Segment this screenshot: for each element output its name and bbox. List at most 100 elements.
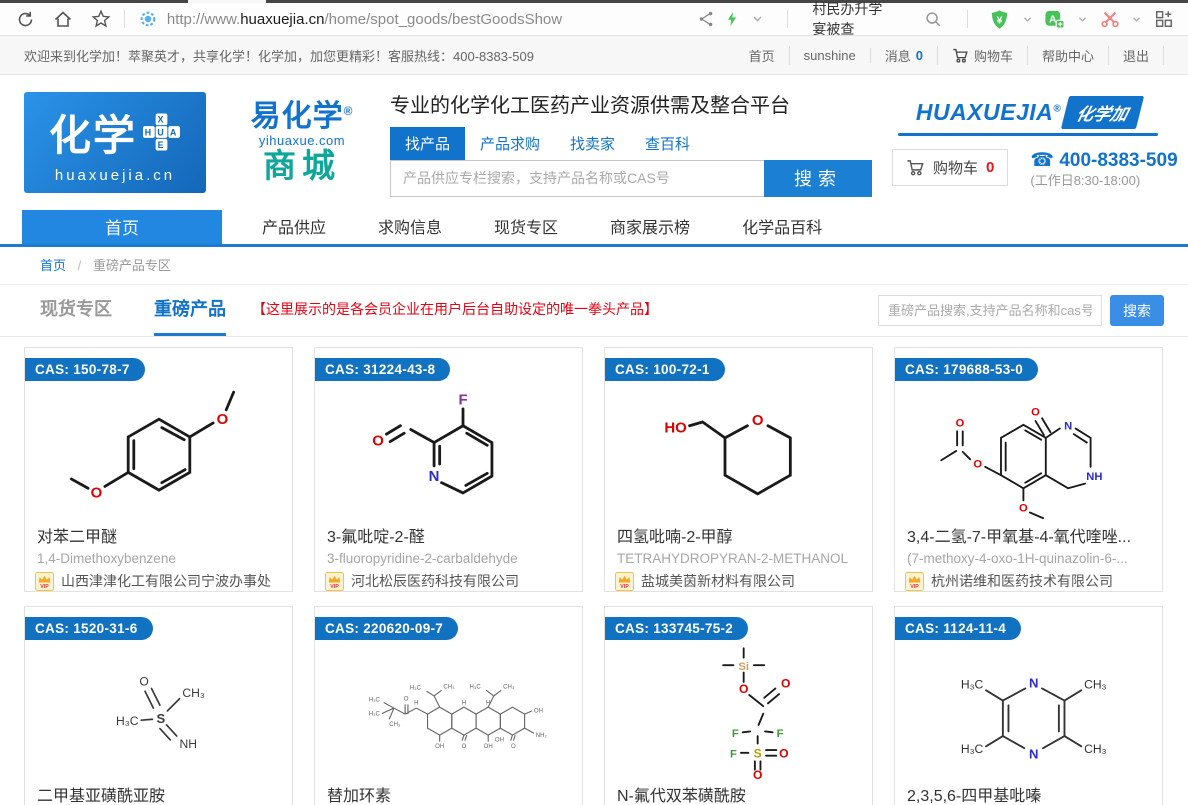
site-slogan: 专业的化学化工医药产业资源供需及整合平台 [390, 89, 872, 118]
svg-text:X: X [158, 115, 166, 125]
tab-spot-goods[interactable]: 现货专区 [40, 285, 112, 336]
svg-text:O: O [511, 744, 516, 750]
reload-icon[interactable] [14, 8, 36, 30]
phone-icon: ☎ [1030, 150, 1054, 171]
header-cart-button[interactable]: 购物车 0 [892, 149, 1008, 186]
lightning-icon[interactable] [724, 8, 740, 30]
best-product-search-button[interactable]: 搜索 [1110, 295, 1164, 326]
product-name: 3-氟吡啶-2-醛 [315, 523, 582, 547]
product-company-link[interactable]: VIP 河北松辰医药科技有限公司 [315, 571, 582, 591]
chevron-down-icon[interactable] [1074, 8, 1090, 30]
cas-badge: CAS: 179688-53-0 [895, 358, 1038, 381]
svg-text:O: O [216, 411, 228, 428]
product-card[interactable]: CAS: 179688-53-0 N NH O O O O 3,4-二氢-7-甲… [894, 347, 1163, 592]
molecule-structure: F N O [315, 380, 582, 520]
product-company-link[interactable]: VIP 盐城美茵新材料有限公司 [605, 571, 872, 591]
main-search-button[interactable]: 搜索 [764, 160, 872, 197]
svg-text:VIP: VIP [40, 584, 49, 590]
breadcrumb-current: 重磅产品专区 [93, 258, 171, 273]
bookmark-star-icon[interactable] [90, 8, 112, 30]
svg-text:O: O [780, 677, 789, 691]
molecule-structure: Si O O F F S O F O [605, 639, 872, 779]
product-name-en: (7-methoxy-4-oxo-1H-quinazolin-6-... [895, 551, 1162, 566]
topbar-home-link[interactable]: 首页 [735, 46, 790, 65]
molecule-structure: N NH O O O O [895, 380, 1162, 520]
nav-item-home[interactable]: 首页 [22, 210, 222, 244]
product-name: 四氢吡喃-2-甲醇 [605, 523, 872, 547]
tab-find-sellers[interactable]: 找卖家 [555, 127, 630, 160]
tab-find-products[interactable]: 找产品 [390, 127, 465, 160]
svg-text:H₃C: H₃C [469, 684, 481, 690]
address-bar[interactable]: http://www.huaxuejia.cn/home/spot_goods/… [137, 8, 697, 30]
svg-text:E: E [158, 140, 166, 150]
cart-icon [906, 158, 925, 177]
product-company-link[interactable]: VIP 山西津津化工有限公司宁波办事处 [25, 571, 292, 591]
site-icon[interactable] [137, 8, 159, 30]
tab-best-products[interactable]: 重磅产品 [154, 285, 226, 336]
topbar-cart-link[interactable]: 购物车 [938, 46, 1028, 65]
svg-text:OH: OH [435, 744, 444, 750]
topbar-messages-link[interactable]: 消息0 [871, 46, 938, 65]
svg-text:NH₂: NH₂ [535, 733, 547, 739]
tab-product-demand[interactable]: 产品求购 [465, 127, 555, 160]
divider [787, 10, 788, 28]
main-search-input[interactable] [390, 160, 764, 197]
browser-search-box[interactable]: 村民办升学宴被查 [808, 0, 946, 39]
molecule-structure: S O CH₃ H₃C NH [25, 639, 292, 779]
vip-icon: VIP [35, 572, 54, 591]
chevron-down-icon[interactable] [1129, 8, 1145, 30]
topbar-logout-link[interactable]: 退出 [1109, 46, 1164, 65]
chevron-down-icon[interactable] [749, 8, 765, 30]
tab-encyclopedia[interactable]: 查百科 [630, 127, 705, 160]
product-card[interactable]: CAS: 133745-75-2 Si O O F F S O F O N-氟代… [604, 606, 873, 805]
scissors-icon[interactable] [1100, 8, 1120, 30]
svg-text:H₃C: H₃C [960, 677, 983, 691]
share-icon[interactable] [697, 8, 715, 30]
svg-text:O: O [779, 747, 788, 761]
product-name: 对苯二甲醚 [25, 523, 292, 547]
svg-text:CH₃: CH₃ [182, 686, 205, 700]
chevron-down-icon[interactable] [1019, 8, 1035, 30]
topbar-help-link[interactable]: 帮助中心 [1028, 46, 1109, 65]
topbar-username[interactable]: sunshine [790, 48, 871, 63]
nav-item-product-supply[interactable]: 产品供应 [236, 210, 352, 244]
browser-toolbar: http://www.huaxuejia.cn/home/spot_goods/… [0, 3, 1188, 36]
breadcrumb-home-link[interactable]: 首页 [40, 258, 66, 273]
svg-text:H₃C: H₃C [116, 714, 139, 728]
svg-text:O: O [955, 418, 964, 430]
product-name: 2,3,5,6-四甲基吡嗪 [895, 782, 1162, 805]
product-company-link[interactable]: VIP 杭州诺维和医药技术有限公司 [895, 571, 1162, 591]
translate-icon[interactable]: A [1044, 8, 1065, 30]
home-icon[interactable] [52, 8, 74, 30]
apps-grid-icon[interactable] [1154, 8, 1174, 30]
breadcrumb: 首页 / 重磅产品专区 [0, 247, 1188, 285]
product-card[interactable]: CAS: 31224-43-8 F N O 3-氟吡啶-2-醛 3-fluoro… [314, 347, 583, 592]
svg-text:NH: NH [179, 737, 197, 751]
nav-item-spot-zone[interactable]: 现货专区 [468, 210, 584, 244]
product-card[interactable]: CAS: 150-78-7 O O 对苯二甲醚 1,4-Dimethoxyben… [24, 347, 293, 592]
money-shield-icon[interactable]: ¥ [989, 8, 1010, 30]
vip-icon: VIP [615, 572, 634, 591]
product-card[interactable]: CAS: 100-72-1 O HO 四氢吡喃-2-甲醇 TETRAHYDROP… [604, 347, 873, 592]
url-text: http://www.huaxuejia.cn/home/spot_goods/… [167, 11, 562, 28]
search-tabs: 找产品 产品求购 找卖家 查百科 [390, 127, 872, 160]
product-card[interactable]: CAS: 1124-11-4 N N H₃C CH₃ H₃C CH₃ 2,3,5… [894, 606, 1163, 805]
best-product-search-input[interactable] [878, 295, 1102, 326]
product-card[interactable]: CAS: 220620-09-7 H₃CCH₃ H₃CCH₃ HH OHNH₂ … [314, 606, 583, 805]
svg-text:CH₃: CH₃ [443, 684, 455, 690]
svg-text:H₃C: H₃C [368, 712, 380, 718]
product-name: 替加环素 [315, 782, 582, 805]
huaxuejia-logo[interactable]: 化学XHUAE huaxuejia.cn [24, 92, 206, 193]
svg-text:O: O [139, 675, 148, 689]
site-header: 化学XHUAE huaxuejia.cn 易化学® yihuaxue.com 商… [0, 75, 1188, 210]
molecule-structure: H₃CCH₃ H₃CCH₃ HH OHNH₂ OHO OHO OH HO H₃C… [315, 639, 582, 779]
nav-item-merchant-list[interactable]: 商家展示榜 [584, 210, 716, 244]
nav-item-demand-info[interactable]: 求购信息 [352, 210, 468, 244]
search-icon[interactable] [924, 8, 942, 30]
product-card[interactable]: CAS: 1520-31-6 S O CH₃ H₃C NH 二甲基亚磺酰亚胺 V… [24, 606, 293, 805]
yihuaxue-logo[interactable]: 易化学® yihuaxue.com 商城 [236, 101, 368, 184]
svg-text:VIP: VIP [910, 584, 919, 590]
svg-text:N: N [1028, 746, 1037, 761]
nav-item-chem-wiki[interactable]: 化学品百科 [716, 210, 848, 244]
svg-text:U: U [157, 127, 165, 137]
